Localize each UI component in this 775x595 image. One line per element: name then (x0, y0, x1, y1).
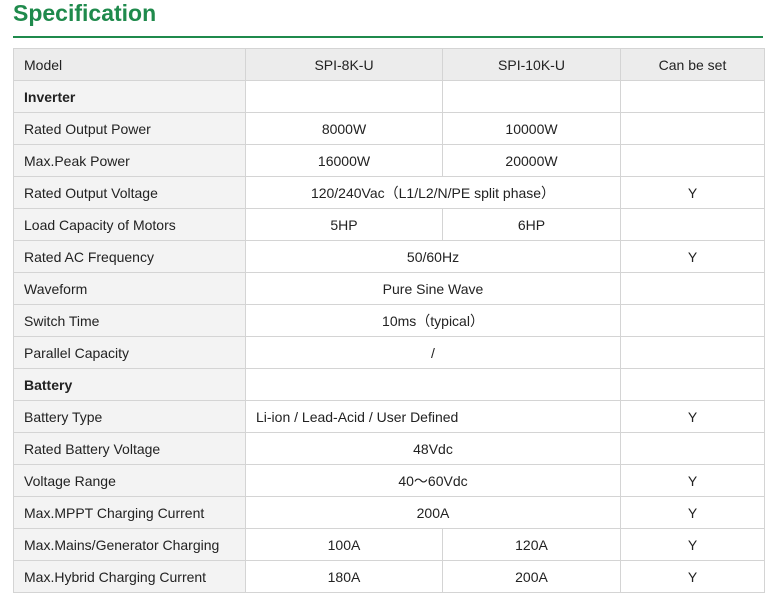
can-be-set-value (620, 144, 765, 177)
table-cell (442, 80, 621, 113)
can-be-set-value: Y (620, 464, 765, 497)
row-label: Rated AC Frequency (13, 240, 246, 273)
header-spi-10k-u: SPI-10K-U (442, 48, 621, 81)
can-be-set-value: Y (620, 496, 765, 529)
shared-value: 120/240Vac（L1/L2/N/PE split phase） (245, 176, 621, 209)
can-be-set-value: Y (620, 528, 765, 561)
section-label-inverter: Inverter (13, 80, 246, 113)
row-label: Switch Time (13, 304, 246, 337)
value-spi-8k-u: 16000W (245, 144, 443, 177)
can-be-set-value (620, 304, 765, 337)
specification-table: Model SPI-8K-U SPI-10K-U Can be set Inve… (13, 48, 765, 593)
row-label: Max.MPPT Charging Current (13, 496, 246, 529)
header-model: Model (13, 48, 246, 81)
row-label: Parallel Capacity (13, 336, 246, 369)
table-cell (245, 368, 621, 401)
table-row: Parallel Capacity / (13, 336, 765, 369)
table-row: Rated Battery Voltage 48Vdc (13, 432, 765, 465)
can-be-set-value: Y (620, 176, 765, 209)
table-header-row: Model SPI-8K-U SPI-10K-U Can be set (13, 48, 765, 81)
value-spi-10k-u: 10000W (442, 112, 621, 145)
row-label: Load Capacity of Motors (13, 208, 246, 241)
header-spi-8k-u: SPI-8K-U (245, 48, 443, 81)
table-cell (620, 80, 765, 113)
shared-value: 40～60Vdc (245, 464, 621, 497)
table-row: Load Capacity of Motors 5HP 6HP (13, 208, 765, 241)
can-be-set-value: Y (620, 240, 765, 273)
shared-value: 50/60Hz (245, 240, 621, 273)
row-label: Battery Type (13, 400, 246, 433)
row-label: Max.Mains/Generator Charging (13, 528, 246, 561)
shared-value: 48Vdc (245, 432, 621, 465)
row-label: Max.Hybrid Charging Current (13, 560, 246, 593)
value-spi-10k-u: 120A (442, 528, 621, 561)
table-cell (245, 80, 443, 113)
shared-value: 200A (245, 496, 621, 529)
row-label: Waveform (13, 272, 246, 305)
row-label: Rated Output Power (13, 112, 246, 145)
title-divider (13, 36, 763, 38)
shared-value: Li-ion / Lead-Acid / User Defined (245, 400, 621, 433)
section-label-battery: Battery (13, 368, 246, 401)
value-spi-8k-u: 5HP (245, 208, 443, 241)
section-row-battery: Battery (13, 368, 765, 401)
section-row-inverter: Inverter (13, 80, 765, 113)
shared-value: / (245, 336, 621, 369)
shared-value: 10ms（typical） (245, 304, 621, 337)
can-be-set-value (620, 208, 765, 241)
value-spi-8k-u: 100A (245, 528, 443, 561)
table-row: Max.Peak Power 16000W 20000W (13, 144, 765, 177)
table-row: Rated Output Power 8000W 10000W (13, 112, 765, 145)
table-row: Rated AC Frequency 50/60Hz Y (13, 240, 765, 273)
table-row: Max.Mains/Generator Charging 100A 120A Y (13, 528, 765, 561)
table-row: Waveform Pure Sine Wave (13, 272, 765, 305)
can-be-set-value (620, 112, 765, 145)
can-be-set-value (620, 336, 765, 369)
can-be-set-value (620, 272, 765, 305)
table-row: Switch Time 10ms（typical） (13, 304, 765, 337)
value-spi-8k-u: 8000W (245, 112, 443, 145)
value-spi-10k-u: 200A (442, 560, 621, 593)
table-row: Rated Output Voltage 120/240Vac（L1/L2/N/… (13, 176, 765, 209)
table-row: Battery Type Li-ion / Lead-Acid / User D… (13, 400, 765, 433)
row-label: Voltage Range (13, 464, 246, 497)
value-spi-10k-u: 6HP (442, 208, 621, 241)
row-label: Max.Peak Power (13, 144, 246, 177)
page-title: Specification (13, 0, 157, 26)
table-row: Max.Hybrid Charging Current 180A 200A Y (13, 560, 765, 593)
can-be-set-value: Y (620, 400, 765, 433)
value-spi-10k-u: 20000W (442, 144, 621, 177)
table-row: Voltage Range 40～60Vdc Y (13, 464, 765, 497)
value-spi-8k-u: 180A (245, 560, 443, 593)
shared-value: Pure Sine Wave (245, 272, 621, 305)
row-label: Rated Battery Voltage (13, 432, 246, 465)
can-be-set-value: Y (620, 560, 765, 593)
table-cell (620, 368, 765, 401)
row-label: Rated Output Voltage (13, 176, 246, 209)
table-row: Max.MPPT Charging Current 200A Y (13, 496, 765, 529)
header-can-be-set: Can be set (620, 48, 765, 81)
can-be-set-value (620, 432, 765, 465)
